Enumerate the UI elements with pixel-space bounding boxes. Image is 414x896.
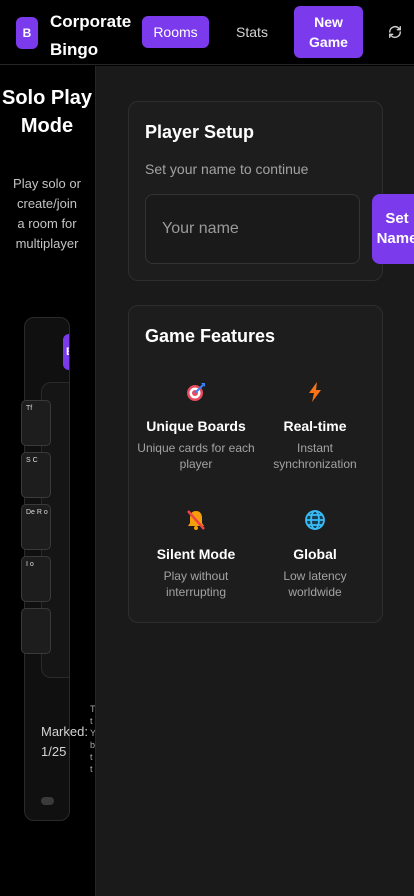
player-setup-title: Player Setup (145, 122, 255, 142)
player-setup-subtitle: Set your name to continue (145, 161, 309, 177)
solo-mode-title: Solo Play Mode (1, 87, 93, 137)
marked-count: Marked: 1/25 (41, 724, 88, 759)
top-navbar: B Corporate Bingo Rooms Stats New Game (0, 0, 414, 65)
globe-icon (305, 510, 325, 530)
new-game-button[interactable]: New Game (294, 6, 363, 58)
feature-description: Unique cards for each player (137, 441, 255, 471)
player-setup-panel: Player Setup Set your name to continue (128, 101, 383, 281)
game-features-title: Game Features (145, 326, 276, 346)
feature-title: Global (293, 546, 337, 562)
set-name-button[interactable]: Set Name (372, 194, 414, 264)
refresh-button[interactable] (383, 21, 407, 43)
feature-description: Play without interrupting (163, 569, 229, 599)
feature-description: Instant synchronization (273, 441, 357, 471)
scroll-indicator[interactable] (41, 797, 54, 805)
target-icon (187, 383, 205, 401)
logo-badge: B (16, 17, 38, 49)
feature-description: Low latency worldwide (283, 569, 347, 599)
rooms-button[interactable]: Rooms (142, 16, 209, 48)
muted-bell-icon (187, 510, 205, 530)
solo-sidebar: Solo Play Mode Play solo or create/join … (0, 66, 96, 896)
feature-unique-boards: Unique Boards Unique cards for each play… (137, 380, 255, 472)
bingo-cell[interactable]: Tf (21, 400, 51, 446)
bingo-cell[interactable]: I o (21, 556, 51, 602)
lightning-icon (309, 382, 321, 402)
feature-silent-mode: Silent Mode Play without interrupting (137, 508, 255, 600)
stats-button[interactable]: Stats (226, 16, 278, 48)
feature-title: Silent Mode (156, 546, 236, 562)
feature-title: Unique Boards (146, 418, 246, 434)
refresh-icon (389, 26, 401, 38)
game-features-panel: Game Features Unique Boards Unique cards… (128, 305, 383, 623)
bingo-cell[interactable]: S C (21, 452, 51, 498)
feature-title: Real-time (283, 418, 347, 434)
board-tab-button[interactable]: B (63, 334, 69, 370)
main-content: Player Setup Set your name to continue S… (95, 66, 414, 896)
solo-mode-description: Play solo or create/join a room for mult… (13, 176, 81, 251)
feature-global: Global Low latency worldwide (256, 508, 374, 600)
bingo-cell[interactable] (21, 608, 51, 654)
bingo-cell[interactable]: De R o (21, 504, 51, 550)
feature-real-time: Real-time Instant synchronization (256, 380, 374, 472)
app-title: Corporate Bingo (50, 12, 132, 59)
name-input[interactable] (145, 194, 360, 264)
